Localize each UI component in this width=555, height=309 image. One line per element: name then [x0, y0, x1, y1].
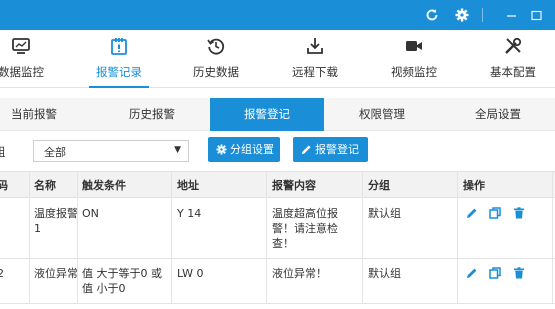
- tab-permission[interactable]: 权限管理: [325, 98, 439, 131]
- nav-label: 视频监控: [391, 65, 437, 79]
- sub-tabs: 当前报警 历史报警 报警登记 权限管理 全局设置: [0, 98, 555, 131]
- copy-icon[interactable]: [489, 267, 501, 279]
- column-divider: [362, 171, 363, 304]
- history-icon: [207, 38, 225, 55]
- nav-basic-config[interactable]: 基本配置: [468, 30, 555, 88]
- main-nav: 数据监控 报警记录 历史数据 远程下载 视频监控 基本配置: [0, 30, 555, 88]
- pencil-icon: [301, 145, 311, 155]
- delete-icon[interactable]: [513, 267, 525, 279]
- nav-label: 报警记录: [96, 65, 142, 79]
- header-condition: 触发条件: [82, 179, 126, 192]
- video-camera-icon: [406, 41, 422, 51]
- clipboard-alert-icon: [111, 38, 127, 55]
- header-name: 名称: [34, 179, 56, 192]
- alarm-register-label: 报警登记: [315, 143, 359, 156]
- caret-down-icon: ▼: [174, 145, 181, 155]
- column-divider: [266, 171, 267, 304]
- delete-icon[interactable]: [513, 207, 525, 219]
- refresh-icon[interactable]: [421, 0, 443, 30]
- table-header: 码 名称 触发条件 地址 报警内容 分组 操作: [0, 171, 555, 198]
- cell-address: LW 0: [177, 267, 204, 280]
- tab-history-alarm[interactable]: 历史报警: [95, 98, 209, 131]
- table-row: 温度报警1 ON Y 14 温度超高位报警！请注意检查！ 默认组: [0, 198, 555, 259]
- nav-remote-download[interactable]: 远程下载: [270, 30, 360, 88]
- header-content: 报警内容: [272, 179, 316, 192]
- group-settings-label: 分组设置: [230, 143, 274, 156]
- nav-alarm-records[interactable]: 报警记录: [74, 30, 164, 88]
- title-bar: [0, 0, 555, 30]
- header-group: 分组: [368, 179, 390, 192]
- cell-code: 2: [0, 267, 4, 280]
- nav-label: 数据监控: [0, 65, 44, 79]
- nav-video-monitor[interactable]: 视频监控: [369, 30, 459, 88]
- column-divider: [171, 171, 172, 304]
- group-select[interactable]: 全部 ▼: [33, 140, 189, 162]
- title-separator: [482, 8, 483, 22]
- nav-label: 远程下载: [292, 65, 338, 79]
- cell-name: 温度报警1: [34, 207, 78, 235]
- tab-alarm-register[interactable]: 报警登记: [210, 98, 324, 131]
- column-divider: [457, 171, 458, 304]
- cell-name: 液位异常: [34, 267, 78, 280]
- edit-icon[interactable]: [466, 207, 478, 219]
- header-actions: 操作: [463, 179, 485, 192]
- cell-address: Y 14: [177, 207, 202, 220]
- nav-label: 历史数据: [193, 65, 239, 79]
- nav-data-monitor[interactable]: 数据监控: [0, 30, 66, 88]
- cell-content: 温度超高位报警！请注意检查！: [272, 207, 338, 250]
- column-divider: [29, 171, 30, 304]
- tab-current-alarm[interactable]: 当前报警: [0, 98, 91, 131]
- cell-content: 液位异常！: [272, 267, 327, 280]
- cell-condition: 值 大于等于0 或 值 小于0: [82, 267, 162, 295]
- column-divider: [552, 171, 553, 304]
- gear-icon: [216, 144, 227, 155]
- column-divider: [77, 171, 78, 304]
- nav-history-data[interactable]: 历史数据: [171, 30, 261, 88]
- alarm-register-button[interactable]: 报警登记: [293, 137, 368, 162]
- maximize-icon[interactable]: [525, 0, 547, 30]
- group-select-value: 全部: [44, 146, 66, 159]
- table-row: 2 液位异常 值 大于等于0 或 值 小于0 LW 0 液位异常！ 默认组: [0, 259, 555, 304]
- group-settings-button[interactable]: 分组设置: [208, 137, 280, 162]
- tools-icon: [505, 37, 522, 54]
- nav-label: 基本配置: [490, 65, 536, 79]
- cell-condition: ON: [82, 207, 99, 220]
- gear-icon[interactable]: [451, 0, 473, 30]
- toolbar: 组 全部 ▼ 分组设置 报警登记: [0, 137, 555, 165]
- header-code: 码: [0, 179, 8, 192]
- group-label: 组: [0, 144, 6, 160]
- tab-global-settings[interactable]: 全局设置: [441, 98, 555, 131]
- minimize-icon[interactable]: [500, 0, 522, 30]
- cell-group: 默认组: [368, 267, 401, 280]
- download-icon: [307, 38, 323, 54]
- edit-icon[interactable]: [466, 267, 478, 279]
- header-address: 地址: [177, 179, 199, 192]
- copy-icon[interactable]: [489, 207, 501, 219]
- cell-group: 默认组: [368, 207, 401, 220]
- monitor-icon: [12, 38, 30, 54]
